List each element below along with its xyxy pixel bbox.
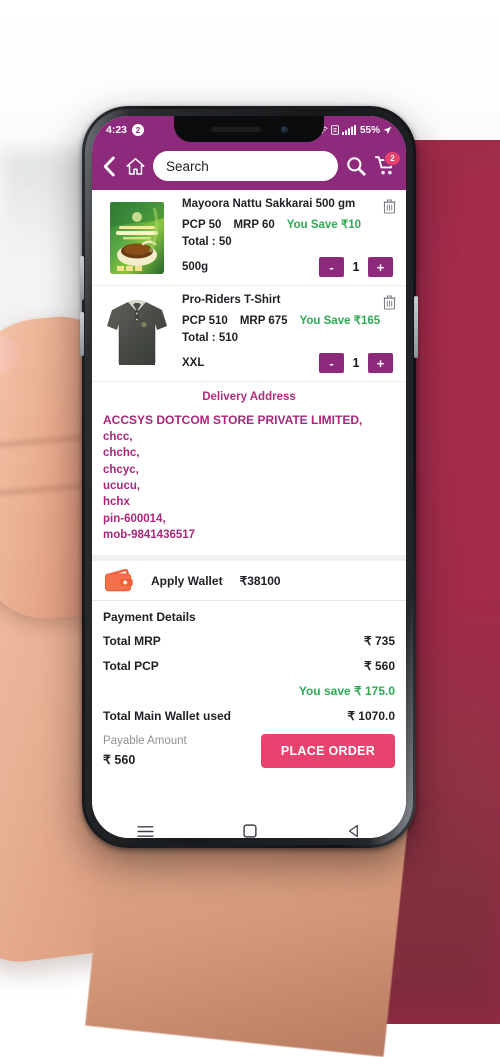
back-triangle-icon[interactable] <box>347 824 361 838</box>
address-line: chcyc, <box>103 463 139 476</box>
search-placeholder-text: Search <box>166 158 209 174</box>
wallet-icon <box>104 568 134 593</box>
payment-details-heading: Payment Details <box>103 610 196 625</box>
address-line: mob-9841436517 <box>103 529 196 541</box>
phone-screen: 4:23 2 55% Search 2 Mayoora Nattu Sakkar… <box>92 116 406 838</box>
variant-and-stepper: 500g - 1 + <box>182 257 393 278</box>
address-line: hchx <box>103 496 130 509</box>
app-bar: Search 2 <box>92 144 406 190</box>
cart-icon[interactable]: 2 <box>374 151 401 177</box>
volume-down-button[interactable] <box>80 312 84 356</box>
payment-row-you-save: You save ₹ 175.0 <box>103 684 395 698</box>
sim-icon <box>330 125 339 135</box>
place-order-button[interactable]: PLACE ORDER <box>261 734 395 769</box>
address-line: pin-600014, <box>103 512 166 525</box>
price-row: PCP 510 MRP 675 You Save ₹165 <box>182 313 393 327</box>
delivery-address-section[interactable]: Delivery Address ACCSYS DOTCOM STORE PRI… <box>92 381 406 556</box>
quantity-stepper: - 1 + <box>319 353 393 374</box>
product-name: Pro-Riders T-Shirt <box>182 294 281 306</box>
status-bar: 4:23 2 55% <box>92 116 406 144</box>
payment-details-section: Payment Details Total MRP ₹ 735 Total PC… <box>92 601 406 769</box>
back-chevron-icon[interactable] <box>101 156 118 177</box>
wallet-balance: ₹38100 <box>239 573 281 588</box>
payment-row-total-mrp: Total MRP ₹ 735 <box>103 634 395 648</box>
payment-value: ₹ 735 <box>364 634 395 649</box>
cart-item-details: Mayoora Nattu Sakkarai 500 gm PCP 50 MRP… <box>173 197 397 279</box>
earpiece-speaker <box>210 126 261 132</box>
trash-icon[interactable] <box>383 199 396 219</box>
product-pcp: PCP 510 <box>182 315 228 328</box>
payment-row-wallet-used: Total Main Wallet used ₹ 1070.0 <box>103 709 395 723</box>
product-savings: You Save ₹10 <box>286 219 362 232</box>
product-mrp: MRP 675 <box>239 315 288 328</box>
trash-icon[interactable] <box>383 295 396 315</box>
status-time: 4:23 <box>106 124 128 136</box>
notification-badge-icon: 2 <box>132 124 145 136</box>
payment-row-total-pcp: Total PCP ₹ 560 <box>103 659 395 673</box>
product-pcp: PCP 50 <box>182 219 222 232</box>
quantity-decrement-button[interactable]: - <box>319 353 344 374</box>
apply-wallet-label: Apply Wallet <box>151 573 223 588</box>
power-button[interactable] <box>414 296 418 358</box>
variant-and-stepper: XXL - 1 + <box>182 353 393 374</box>
cart-item: Mayoora Nattu Sakkarai 500 gm PCP 50 MRP… <box>92 190 406 285</box>
android-nav-bar <box>92 814 406 838</box>
delivery-address-title: Delivery Address <box>202 391 296 403</box>
quantity-value: 1 <box>352 356 360 371</box>
quantity-increment-button[interactable]: + <box>368 257 393 278</box>
product-name: Mayoora Nattu Sakkarai 500 gm <box>182 198 356 210</box>
cart-item: Pro-Riders T-Shirt PCP 510 MRP 675 You S… <box>92 285 406 381</box>
search-input[interactable]: Search <box>153 151 338 181</box>
payable-and-order-row: Payable Amount ₹ 560 PLACE ORDER <box>103 734 395 769</box>
apply-wallet-row[interactable]: Apply Wallet ₹38100 <box>92 555 406 602</box>
payable-amount-value: ₹ 560 <box>103 753 136 768</box>
product-savings: You Save ₹165 <box>299 315 381 328</box>
quantity-increment-button[interactable]: + <box>368 353 393 374</box>
product-total: Total : 50 <box>182 236 232 249</box>
delivery-address-lines: ACCSYS DOTCOM STORE PRIVATE LIMITED, chc… <box>92 412 406 543</box>
address-line: chchc, <box>103 447 140 460</box>
volume-up-button[interactable] <box>80 256 84 300</box>
payment-you-save: You save ₹ 175.0 <box>298 684 395 699</box>
payable-amount: Payable Amount ₹ 560 <box>103 735 187 767</box>
search-icon[interactable] <box>345 155 367 177</box>
cart-item-details: Pro-Riders T-Shirt PCP 510 MRP 675 You S… <box>173 293 397 375</box>
status-bar-right: 55% <box>316 125 392 136</box>
home-square-icon[interactable] <box>243 824 258 838</box>
price-row: PCP 50 MRP 60 You Save ₹10 <box>182 217 393 231</box>
payment-label: Total PCP <box>103 659 159 674</box>
quantity-stepper: - 1 + <box>319 257 393 278</box>
payment-label: Total MRP <box>103 634 161 649</box>
phone-notch <box>174 116 324 142</box>
address-line: chcc, <box>103 431 133 444</box>
product-variant: 500g <box>182 261 209 274</box>
payment-label: Total Main Wallet used <box>103 709 232 724</box>
address-line: ACCSYS DOTCOM STORE PRIVATE LIMITED, <box>103 413 363 427</box>
payable-amount-label: Payable Amount <box>103 735 187 748</box>
product-image-sugar-packet <box>101 197 173 279</box>
address-line: ucucu, <box>103 480 141 493</box>
battery-percent: 55% <box>359 124 380 136</box>
status-bar-left: 4:23 2 <box>106 124 145 136</box>
signal-bars-icon <box>341 125 357 135</box>
cart-scroll-area[interactable]: Mayoora Nattu Sakkarai 500 gm PCP 50 MRP… <box>92 190 406 814</box>
payment-value: ₹ 1070.0 <box>347 709 395 724</box>
product-mrp: MRP 60 <box>233 219 275 232</box>
product-total: Total : 510 <box>182 332 239 345</box>
recents-menu-icon[interactable] <box>137 825 154 838</box>
phone-device: 4:23 2 55% Search 2 Mayoora Nattu Sakkar… <box>80 106 418 848</box>
product-image-tshirt <box>101 293 173 375</box>
cart-badge: 2 <box>384 151 401 166</box>
quantity-value: 1 <box>352 260 360 275</box>
quantity-decrement-button[interactable]: - <box>319 257 344 278</box>
location-arrow-icon <box>383 126 392 135</box>
page-content: Mayoora Nattu Sakkarai 500 gm PCP 50 MRP… <box>92 190 406 838</box>
home-icon[interactable] <box>125 156 146 177</box>
payment-value: ₹ 560 <box>364 659 395 674</box>
front-camera-icon <box>280 125 288 133</box>
product-variant: XXL <box>182 357 205 370</box>
